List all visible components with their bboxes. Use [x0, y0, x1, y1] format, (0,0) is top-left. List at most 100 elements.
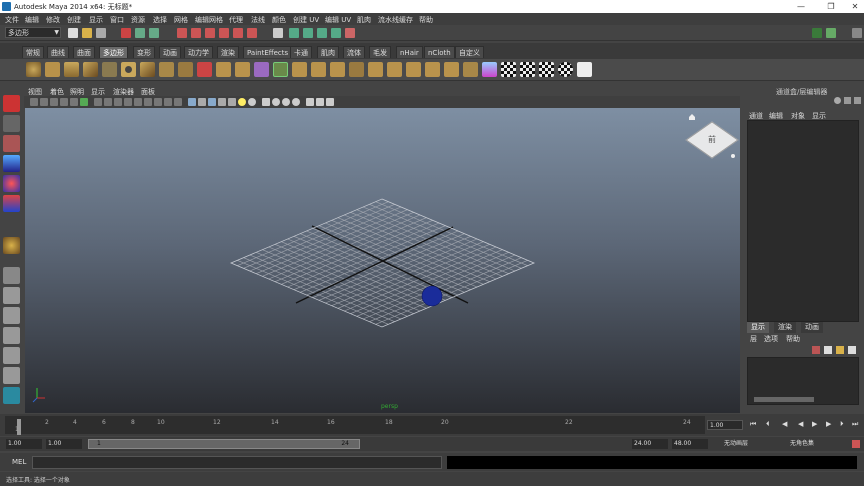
layout-hypershade-icon[interactable] [3, 347, 20, 364]
select-curves-icon[interactable] [205, 28, 215, 38]
shadows-icon[interactable] [228, 98, 236, 106]
xray-joints-icon[interactable] [316, 98, 324, 106]
layer-tab-display[interactable]: 显示 [747, 322, 769, 333]
split-polygon-icon[interactable] [349, 62, 364, 77]
menu-modify[interactable]: 修改 [46, 15, 60, 25]
xray-components-icon[interactable] [326, 98, 334, 106]
key-icon[interactable] [852, 440, 860, 448]
layout-two-icon[interactable] [3, 307, 20, 324]
shelf-tab-surfaces[interactable]: 曲面 [73, 46, 95, 58]
show-channel-box-icon[interactable] [812, 28, 822, 38]
layer-tab-anim[interactable]: 动画 [801, 322, 823, 333]
lasso-tool-icon[interactable] [3, 115, 20, 132]
go-to-end-icon[interactable]: ⏭ [852, 420, 858, 429]
grid-toggle-icon[interactable] [94, 98, 102, 106]
new-layer-selected-icon[interactable] [824, 346, 832, 354]
extrude-icon[interactable] [292, 62, 307, 77]
wireframe-on-shaded-icon[interactable] [198, 98, 206, 106]
shelf-tab-muscle[interactable]: 肌肉 [317, 46, 339, 58]
select-component-icon[interactable] [149, 28, 159, 38]
minimize-button[interactable]: — [788, 0, 814, 13]
layer-menu-options[interactable]: 选项 [764, 334, 778, 344]
select-deformations-icon[interactable] [233, 28, 243, 38]
poly-cube-icon[interactable] [45, 62, 60, 77]
xray-icon[interactable] [306, 98, 314, 106]
layer-menu-help[interactable]: 帮助 [786, 334, 800, 344]
command-input[interactable] [32, 456, 442, 469]
layer-toggle-icon[interactable] [854, 97, 861, 104]
snap-view-plane-icon[interactable] [331, 28, 341, 38]
use-default-material-icon[interactable] [188, 98, 196, 106]
reverse-normals-icon[interactable] [482, 62, 497, 77]
move-layer-up-icon[interactable] [836, 346, 844, 354]
gate-mask-icon[interactable] [124, 98, 132, 106]
isolate-select-icon[interactable] [292, 98, 300, 106]
layout-single-icon[interactable] [3, 267, 20, 284]
show-tool-settings-icon[interactable] [852, 28, 862, 38]
shelf-tab-animation[interactable]: 动画 [159, 46, 181, 58]
combine-icon[interactable] [197, 62, 212, 77]
menu-select[interactable]: 选择 [153, 15, 167, 25]
resolution-gate-icon[interactable] [114, 98, 122, 106]
show-attribute-editor-icon[interactable] [826, 28, 836, 38]
anti-aliasing-icon[interactable] [272, 98, 280, 106]
menu-help[interactable]: 帮助 [419, 15, 433, 25]
view-cube-menu-icon[interactable] [731, 154, 735, 158]
mirror-geometry-icon[interactable] [273, 62, 288, 77]
layer-list[interactable] [747, 357, 859, 405]
play-backward-icon[interactable]: ◀ [798, 420, 803, 428]
move-tool-icon[interactable] [3, 155, 20, 172]
paint-select-icon[interactable] [3, 135, 20, 152]
poke-face-icon[interactable] [444, 62, 459, 77]
depth-of-field-icon[interactable] [282, 98, 290, 106]
append-polygon-icon[interactable] [330, 62, 345, 77]
step-forward-key-icon[interactable]: ▶ [826, 420, 831, 428]
command-language-label[interactable]: MEL [12, 458, 26, 466]
layer-list-scrollbar[interactable] [754, 397, 814, 402]
bevel-icon[interactable] [425, 62, 440, 77]
safe-action-icon[interactable] [144, 98, 152, 106]
layer-menu-layers[interactable]: 层 [750, 334, 757, 344]
menu-assets[interactable]: 资源 [131, 15, 145, 25]
step-back-icon[interactable]: ⏴ [766, 420, 770, 429]
poly-cone-icon[interactable] [83, 62, 98, 77]
step-back-key-icon[interactable]: ◀ [782, 420, 787, 428]
offset-edge-loop-icon[interactable] [387, 62, 402, 77]
textured-icon[interactable] [208, 98, 216, 106]
help-icon[interactable] [834, 97, 841, 104]
shelf-tab-painteffects[interactable]: PaintEffects [243, 46, 293, 58]
planar-mapping-icon[interactable] [501, 62, 516, 77]
shelf-tab-fluids[interactable]: 流体 [343, 46, 365, 58]
menu-display[interactable]: 显示 [89, 15, 103, 25]
field-chart-icon[interactable] [134, 98, 142, 106]
new-layer-empty-icon[interactable] [812, 346, 820, 354]
layout-four-icon[interactable] [3, 287, 20, 304]
select-hierarchy-icon[interactable] [121, 28, 131, 38]
wireframe-icon[interactable] [164, 98, 172, 106]
snap-point-icon[interactable] [317, 28, 327, 38]
layout-custom-icon[interactable] [3, 387, 20, 404]
menu-mesh[interactable]: 网格 [174, 15, 188, 25]
spherical-mapping-icon[interactable] [539, 62, 554, 77]
current-time-field[interactable]: 1.00 [707, 420, 743, 430]
snap-grid-icon[interactable] [289, 28, 299, 38]
animation-end-field[interactable]: 48.00 [672, 439, 708, 449]
perspective-viewport[interactable]: persp 前 [25, 108, 740, 413]
insert-edge-loop-icon[interactable] [368, 62, 383, 77]
automatic-mapping-icon[interactable] [558, 62, 573, 77]
poly-torus-icon[interactable] [121, 62, 136, 77]
layout-outliner-icon[interactable] [3, 367, 20, 384]
menu-create[interactable]: 创建 [67, 15, 81, 25]
smooth-icon[interactable] [254, 62, 269, 77]
select-surfaces-icon[interactable] [219, 28, 229, 38]
ambient-occlusion-icon[interactable] [248, 98, 256, 106]
shelf-tab-general[interactable]: 常规 [22, 46, 44, 58]
smooth-shade-icon[interactable] [174, 98, 182, 106]
maximize-button[interactable]: ❐ [818, 0, 844, 13]
shelf-tab-toon[interactable]: 卡通 [290, 46, 312, 58]
cylindrical-mapping-icon[interactable] [520, 62, 535, 77]
menu-set-dropdown[interactable]: 多边形 ▼ [5, 27, 61, 38]
channel-box-area[interactable] [747, 120, 859, 322]
layout-persp-graph-icon[interactable] [3, 327, 20, 344]
motion-blur-icon[interactable] [262, 98, 270, 106]
